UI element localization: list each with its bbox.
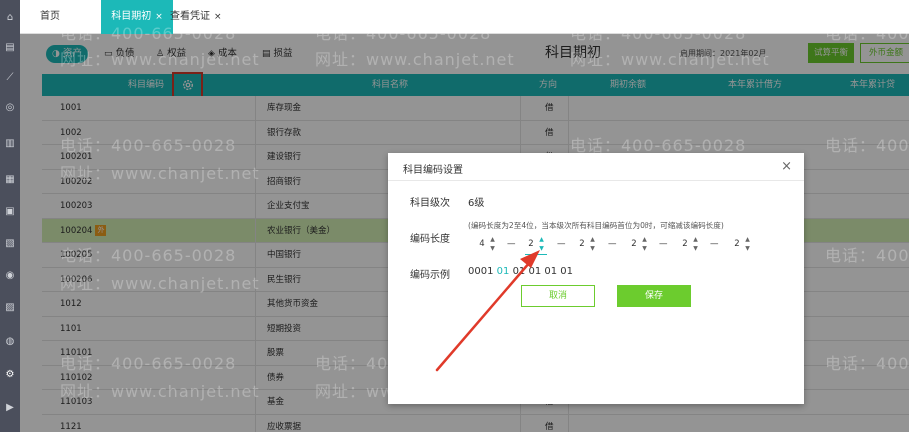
chevron-down-icon[interactable]: ▼	[691, 245, 700, 253]
watermark-phone: 电话：400-665-0028	[825, 136, 909, 155]
watermark-phone: 电话：400-665-0028	[315, 24, 492, 43]
stepper-value: 2	[734, 239, 740, 249]
salary-icon[interactable]: ◉	[0, 264, 20, 286]
code-length-stepper-3[interactable]: 2 ▲ ▼	[576, 235, 598, 255]
chevron-down-icon[interactable]: ▼	[588, 245, 597, 253]
code-length-stepper-5[interactable]: 2 ▲ ▼	[679, 235, 701, 255]
tax-icon[interactable]: ▣	[0, 200, 20, 222]
example-part: 01 01 01 01	[512, 266, 573, 277]
watermark-site: 网址：www.chanjet.net	[60, 50, 260, 69]
chevron-down-icon[interactable]: ▼	[640, 245, 649, 253]
example-part: 0001	[468, 266, 494, 277]
watermark-phone: 电话：400-665-0028	[825, 246, 909, 265]
level-value: 6级	[468, 198, 485, 209]
code-length-stepper-4[interactable]: 2 ▲ ▼	[628, 235, 650, 255]
watermark-phone: 电话：400-665-0028	[825, 24, 909, 43]
tab-home[interactable]: 首页	[40, 0, 60, 34]
separator: —	[710, 239, 719, 249]
code-length-hint: (编码长度为2至4位，当本级次所有科目编码首位为0时，可缩减该编码长度)	[468, 221, 724, 230]
watermark-phone: 电话：400-665-0028	[60, 354, 237, 373]
chevron-up-icon[interactable]: ▲	[691, 236, 700, 244]
sidebar: ⌂ ▤ ⟋ ◎ ▥ ▦ ▣ ▧ ◉ ▨ ◍ ⚙ ▶	[0, 0, 20, 432]
save-button[interactable]: 保存	[617, 285, 691, 307]
separator: —	[608, 239, 617, 249]
code-length-label: 编码长度	[410, 234, 450, 245]
watermark-phone: 电话：400-665-0028	[60, 24, 237, 43]
watermark-site: 网址：www.chanjet.net	[570, 50, 770, 69]
chevron-up-icon[interactable]: ▲	[488, 236, 497, 244]
separator: —	[557, 239, 566, 249]
separator: —	[659, 239, 668, 249]
level-label: 科目级次	[410, 198, 450, 209]
example-part-highlight: 01	[496, 266, 510, 277]
payroll-icon[interactable]: ▨	[0, 296, 20, 318]
stepper-value: 4	[479, 239, 485, 249]
watermark-site: 网址：www.chanjet.net	[60, 382, 260, 401]
code-length-stepper-2[interactable]: 2 ▲ ▼	[525, 235, 547, 255]
dialog-title: 科目编码设置	[403, 165, 463, 176]
chevron-up-icon[interactable]: ▲	[588, 236, 597, 244]
chevron-up-icon[interactable]: ▲	[743, 236, 752, 244]
chevron-up-icon[interactable]: ▲	[537, 236, 546, 244]
code-example-label: 编码示例	[410, 270, 450, 281]
cash-icon[interactable]: ◎	[0, 96, 20, 118]
watermark-site: 网址：www.chanjet.net	[60, 164, 260, 183]
chevron-down-icon[interactable]: ▼	[488, 245, 497, 253]
stepper-value: 2	[579, 239, 585, 249]
close-icon[interactable]: ×	[781, 159, 792, 174]
voucher-icon[interactable]: ▤	[0, 36, 20, 58]
code-length-stepper-1[interactable]: 4 ▲ ▼	[476, 235, 498, 255]
code-example: 0001 01 01 01 01 01	[468, 266, 573, 277]
invoice-icon[interactable]: ▦	[0, 168, 20, 190]
chevron-down-icon[interactable]: ▼	[537, 245, 546, 253]
code-settings-dialog: 科目编码设置 × 科目级次 6级 (编码长度为2至4位，当本级次所有科目编码首位…	[388, 153, 804, 404]
watermark-phone: 电话：400-665-0028	[825, 354, 909, 373]
settings-icon[interactable]: ⚙	[0, 363, 20, 385]
separator: —	[507, 239, 516, 249]
watermark-site: 网址：www.chanjet.net	[315, 50, 515, 69]
watermark-phone: 电话：400-665-0028	[570, 24, 747, 43]
watermark-phone: 电话：400-665-0028	[60, 136, 237, 155]
storage-icon[interactable]: ◍	[0, 330, 20, 352]
chevron-down-icon[interactable]: ▼	[743, 245, 752, 253]
video-icon[interactable]: ▶	[0, 396, 20, 418]
report-chart-icon[interactable]: ⟋	[0, 66, 20, 88]
tab-label: 首页	[40, 11, 60, 22]
dialog-header: 科目编码设置 ×	[388, 153, 804, 181]
code-length-stepper-6[interactable]: 2 ▲ ▼	[731, 235, 753, 255]
stepper-value: 2	[682, 239, 688, 249]
asset-card-icon[interactable]: ▧	[0, 232, 20, 254]
home-icon[interactable]: ⌂	[0, 6, 20, 28]
cancel-button[interactable]: 取消	[521, 285, 595, 307]
ledger-icon[interactable]: ▥	[0, 132, 20, 154]
stepper-value: 2	[631, 239, 637, 249]
watermark-phone: 电话：400-665-0028	[60, 246, 237, 265]
watermark-site: 网址：www.chanjet.net	[60, 274, 260, 293]
stepper-value: 2	[528, 239, 534, 249]
chevron-up-icon[interactable]: ▲	[640, 236, 649, 244]
